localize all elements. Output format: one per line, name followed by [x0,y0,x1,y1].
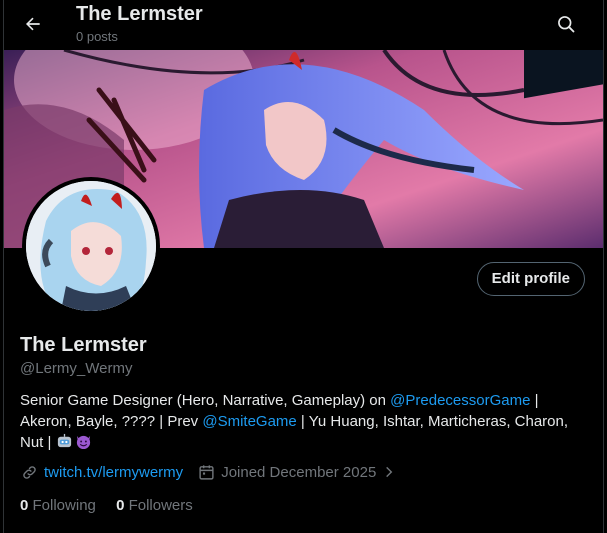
chevron-right-icon[interactable] [380,463,398,481]
header-title: The Lermster [76,3,203,25]
smiling-devil-emoji-icon [76,435,90,450]
profile-page: The Lermster 0 posts Edit profile The Le… [3,0,604,533]
calendar-icon [197,463,215,481]
profile-meta: twitch.tv/lermywermy Joined December 202… [20,463,404,481]
following-link[interactable]: 0 Following [20,497,96,514]
bio-text: Senior Game Designer (Hero, Narrative, G… [20,392,391,409]
mention-link[interactable]: @PredecessorGame [390,392,530,409]
followers-count: 0 [116,497,125,514]
edit-profile-button[interactable]: Edit profile [476,262,585,296]
website-link[interactable]: twitch.tv/lermywermy [44,464,183,481]
mention-link[interactable]: @SmiteGame [202,413,296,430]
profile-name: The Lermster [20,334,147,356]
following-label: Following [32,497,96,514]
profile-bio: Senior Game Designer (Hero, Narrative, G… [20,390,588,453]
posts-count: 0 posts [76,29,118,44]
followers-link[interactable]: 0 Followers [116,497,193,514]
search-icon [558,16,575,33]
follow-stats: 0 Following 0 Followers [20,497,193,514]
search-button[interactable] [551,9,581,39]
arrow-left-icon [26,17,40,31]
joined-date: Joined December 2025 [221,463,377,481]
profile-handle: @Lermy_Wermy [20,360,133,377]
followers-label: Followers [128,497,193,514]
following-count: 0 [20,497,29,514]
top-bar: The Lermster 0 posts [4,0,603,50]
robot-emoji-icon [57,433,71,448]
link-icon [20,463,38,481]
profile-avatar[interactable] [22,177,160,315]
back-button[interactable] [18,9,48,39]
